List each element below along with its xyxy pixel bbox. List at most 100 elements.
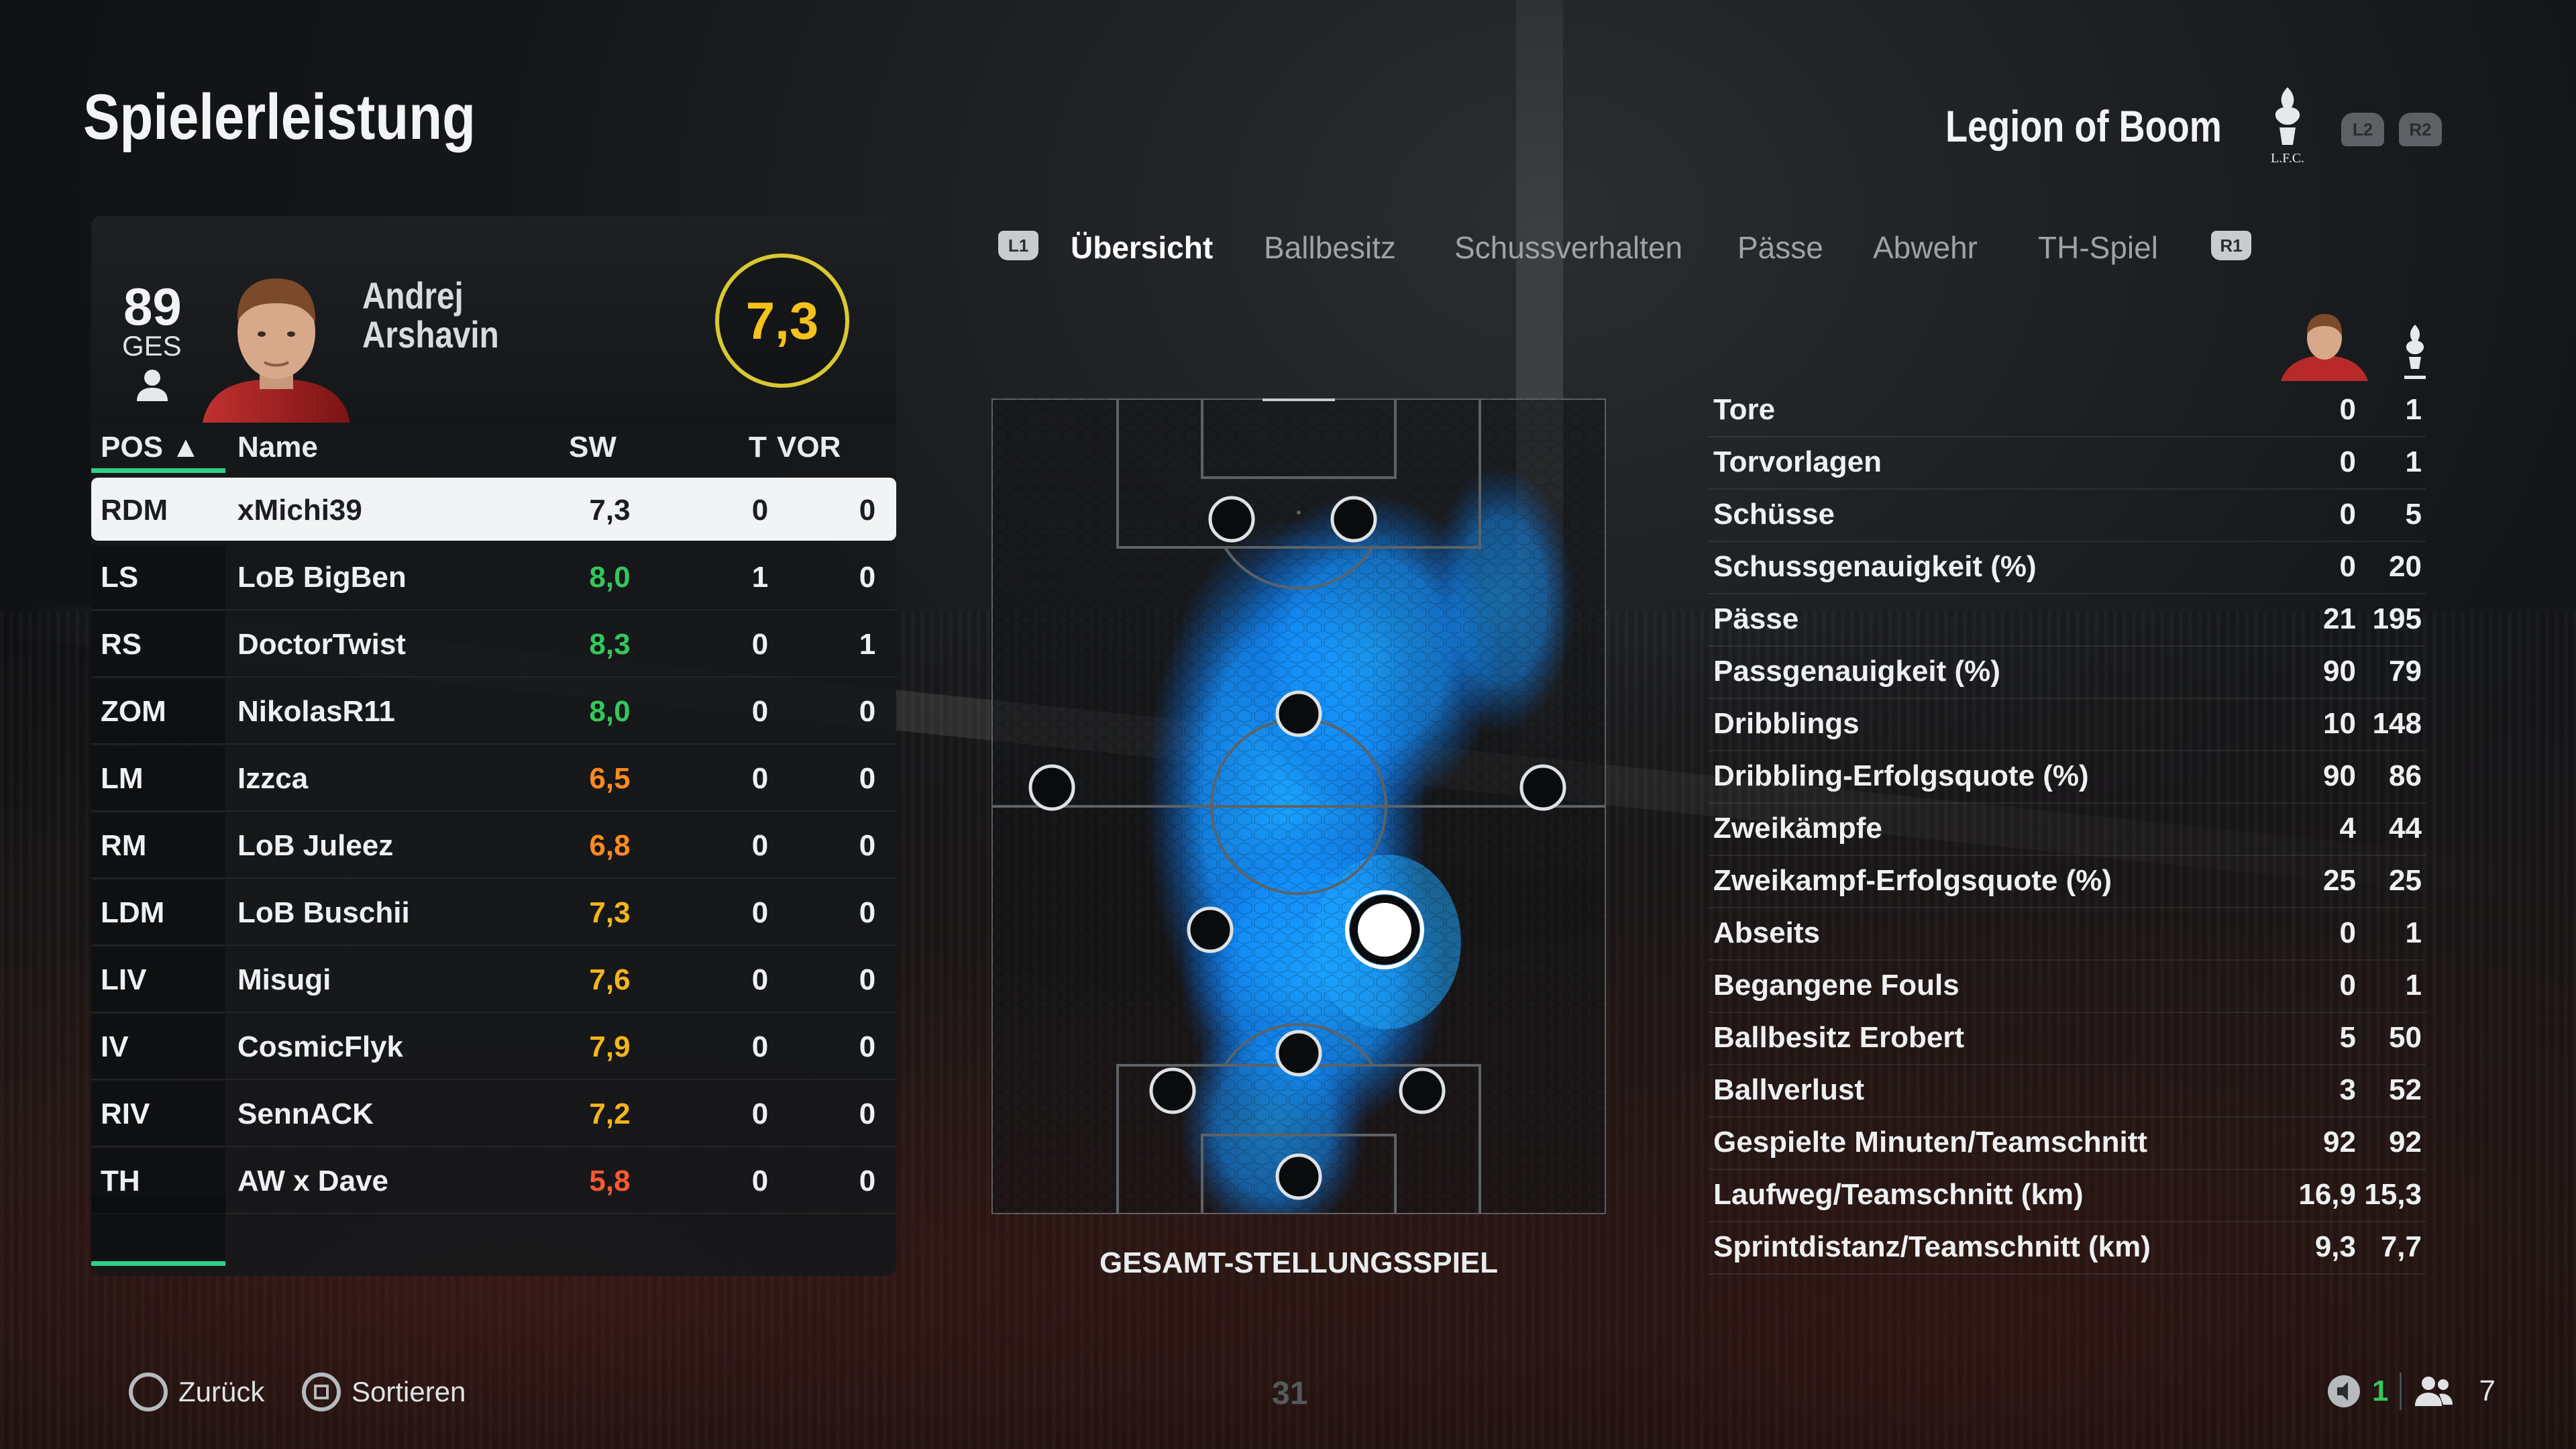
row-position: RIV	[101, 1097, 150, 1130]
stat-row: Schüsse 0 5	[1708, 490, 2426, 542]
row-goals: 0	[751, 494, 769, 527]
row-position: RS	[101, 628, 142, 661]
stat-team-value: 44	[2389, 812, 2422, 845]
row-rating: 6,5	[589, 762, 631, 795]
row-position: TH	[101, 1165, 140, 1197]
row-name: NikolasR11	[237, 695, 395, 728]
stat-player-value: 9,3	[2314, 1230, 2356, 1263]
stat-team-value: 148	[2372, 707, 2422, 740]
row-position: LS	[101, 561, 139, 594]
users-icon	[2414, 1377, 2453, 1406]
r2-button[interactable]: R2	[2399, 113, 2442, 146]
stat-team-value: 1	[2405, 969, 2422, 1002]
stat-label: Passgenauigkeit (%)	[1713, 655, 2000, 688]
row-assists: 0	[859, 1030, 876, 1063]
stat-player-value: 90	[2323, 759, 2356, 792]
row-goals: 1	[751, 561, 769, 594]
row-name: LoB Buschii	[237, 896, 410, 929]
stat-row: Dribblings 10 148	[1708, 699, 2426, 751]
team-name: Legion of Boom	[1945, 101, 2222, 151]
row-assists: 0	[859, 762, 876, 795]
table-row[interactable]: RM LoB Juleez 6,8 0 0	[91, 813, 896, 879]
tab-ballbesitz[interactable]: Ballbesitz	[1264, 229, 1396, 266]
stat-team-value: 1	[2405, 445, 2422, 478]
back-button[interactable]: Zurück	[129, 1373, 264, 1411]
row-assists: 0	[859, 896, 876, 929]
col-pos[interactable]: POS ▲	[101, 431, 201, 464]
col-name[interactable]: Name	[237, 431, 318, 464]
row-rating: 7,9	[589, 1030, 631, 1063]
tab-schussverhalten[interactable]: Schussverhalten	[1454, 229, 1682, 266]
table-row[interactable]: RS DoctorTwist 8,3 0 1	[91, 612, 896, 678]
stat-label: Torvorlagen	[1713, 445, 1882, 478]
row-name: Izzca	[237, 762, 309, 795]
stat-label: Zweikämpfe	[1713, 812, 1882, 845]
tab-paesse[interactable]: Pässe	[1737, 229, 1823, 266]
stat-player-value: 0	[2339, 393, 2356, 426]
row-position: LDM	[101, 896, 165, 929]
sort-label: Sortieren	[352, 1376, 466, 1407]
stat-team-value: 79	[2389, 655, 2422, 688]
table-row[interactable]: RDM xMichi39 7,3 0 0	[91, 478, 896, 541]
back-label: Zurück	[178, 1376, 265, 1407]
stat-label: Sprintdistanz/Teamschnitt (km)	[1713, 1230, 2151, 1263]
l2-button[interactable]: L2	[2341, 113, 2384, 146]
stat-team-value: 1	[2405, 393, 2422, 426]
stat-label: Ballbesitz Erobert	[1713, 1021, 1965, 1054]
crest-text: L.F.C.	[2271, 151, 2304, 166]
stat-row: Begangene Fouls 0 1	[1708, 961, 2426, 1013]
page-number: 31	[1272, 1376, 1308, 1411]
table-row[interactable]: IV CosmicFlyk 7,9 0 0	[91, 1014, 896, 1080]
row-goals: 0	[751, 1030, 769, 1063]
row-goals: 0	[751, 1165, 769, 1197]
col-t[interactable]: T	[749, 431, 767, 464]
table-row[interactable]: LDM LoB Buschii 7,3 0 0	[91, 880, 896, 946]
player-column-icon	[2281, 314, 2368, 381]
table-row[interactable]: LS LoB BigBen 8,0 1 0	[91, 545, 896, 610]
stat-label: Dribbling-Erfolgsquote (%)	[1713, 759, 2089, 792]
stat-label: Schüsse	[1713, 498, 1835, 531]
row-name: Misugi	[237, 963, 331, 996]
row-rating: 8,3	[589, 628, 631, 661]
player-first-name: Andrej	[362, 274, 464, 317]
r1-button[interactable]: R1	[2211, 231, 2251, 260]
user-icon	[137, 370, 168, 401]
stat-player-value: 0	[2339, 550, 2356, 583]
player-last-name: Arshavin	[362, 313, 499, 356]
col-sw[interactable]: SW	[569, 431, 616, 464]
table-row[interactable]: ZOM NikolasR11 8,0 0 0	[91, 679, 896, 745]
stat-row: Tore 0 1	[1708, 385, 2426, 437]
row-goals: 0	[751, 762, 769, 795]
row-name: AW x Dave	[237, 1165, 388, 1197]
team-column-crest-icon	[2404, 325, 2426, 379]
stat-row: Passgenauigkeit (%) 90 79	[1708, 647, 2426, 699]
row-assists: 0	[859, 829, 876, 862]
table-row[interactable]: LM Izzca 6,5 0 0	[91, 746, 896, 812]
stat-row: Zweikämpfe 4 44	[1708, 804, 2426, 856]
row-rating: 8,0	[589, 561, 631, 594]
stat-player-value: 0	[2339, 498, 2356, 531]
sort-button[interactable]: Sortieren	[302, 1373, 466, 1411]
table-row[interactable]: RIV SennACK 7,2 0 0	[91, 1081, 896, 1147]
tab-abwehr[interactable]: Abwehr	[1873, 229, 1978, 266]
tab-th-spiel[interactable]: TH-Spiel	[2038, 229, 2158, 266]
col-vor[interactable]: VOR	[777, 431, 841, 464]
stat-player-value: 25	[2323, 864, 2356, 897]
stat-label: Gespielte Minuten/Teamschnitt	[1713, 1126, 2148, 1159]
users-count: 7	[2479, 1375, 2496, 1407]
circle-button-icon	[129, 1373, 168, 1411]
stat-row: Zweikampf-Erfolgsquote (%) 25 25	[1708, 856, 2426, 908]
stat-team-value: 50	[2389, 1021, 2422, 1054]
stat-label: Abseits	[1713, 916, 1820, 949]
stat-team-value: 195	[2372, 602, 2422, 635]
row-position: LIV	[101, 963, 147, 996]
stat-player-value: 3	[2339, 1073, 2356, 1106]
table-row[interactable]: LIV Misugi 7,6 0 0	[91, 947, 896, 1013]
row-name: CosmicFlyk	[237, 1030, 403, 1063]
stat-player-value: 5	[2339, 1021, 2356, 1054]
heatmap-caption: GESAMT-STELLUNGSSPIEL	[1099, 1246, 1499, 1279]
tab-uebersicht[interactable]: Übersicht	[1071, 229, 1213, 266]
l1-button[interactable]: L1	[998, 231, 1038, 260]
stat-row: Sprintdistanz/Teamschnitt (km) 9,3 7,7	[1708, 1222, 2426, 1275]
stat-row: Laufweg/Teamschnitt (km) 16,9 15,3	[1708, 1170, 2426, 1222]
